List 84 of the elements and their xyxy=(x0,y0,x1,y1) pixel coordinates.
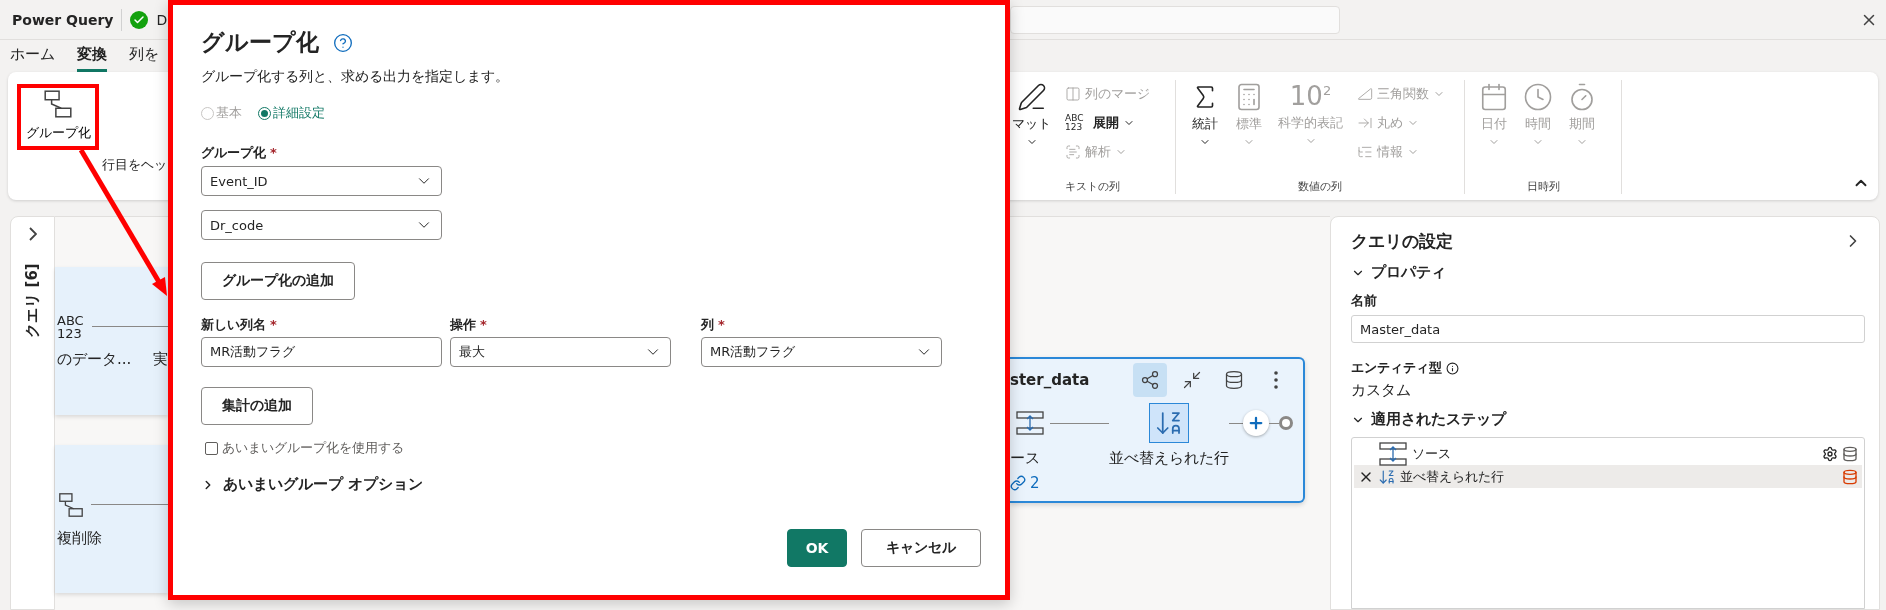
applied-step[interactable]: ソース xyxy=(1354,442,1862,465)
step-label: ース xyxy=(1010,449,1040,468)
pencil-icon xyxy=(1016,82,1047,112)
query-title: ster_data xyxy=(1010,371,1090,389)
field-label: 操作 * xyxy=(450,316,488,334)
field-label: エンティティ型 xyxy=(1351,359,1442,377)
name-field[interactable]: Master_data xyxy=(1351,315,1865,343)
sort-step-icon[interactable] xyxy=(1149,403,1189,443)
sort-icon xyxy=(1378,467,1396,486)
more-icon xyxy=(1274,371,1278,389)
query-card[interactable]: ster_data ース 並べ替えられた行 2 xyxy=(1010,357,1305,503)
group-by-icon xyxy=(42,88,74,120)
ribbon-label: 行目をヘッ xyxy=(102,156,168,174)
group-by-button[interactable]: グループ化 xyxy=(17,84,99,150)
help-icon xyxy=(333,32,353,53)
dialog-title: グループ化 xyxy=(201,28,319,57)
triangle-icon xyxy=(1357,85,1373,102)
radio-option[interactable]: 詳細設定 xyxy=(258,104,325,122)
query-card[interactable]: 複削除 xyxy=(55,445,168,593)
link-count[interactable]: 2 xyxy=(1010,474,1040,492)
database-icon[interactable] xyxy=(1842,445,1858,462)
dialog-description: グループ化する列と、求める出力を指定します。 xyxy=(201,68,509,86)
table-icon xyxy=(1015,410,1045,436)
dropdown-field[interactable]: 最大 xyxy=(450,337,671,367)
collapse-icon xyxy=(1182,370,1202,390)
link-icon xyxy=(1010,475,1026,491)
field-label: 列 * xyxy=(701,316,726,334)
step-label: のデータ... xyxy=(57,349,132,369)
ribbon-tab[interactable]: ホーム xyxy=(10,40,55,72)
fuzzy-checkbox[interactable]: あいまいグループ化を使用する xyxy=(205,439,404,457)
dropdown-field[interactable]: Event_ID xyxy=(201,166,442,196)
section-header[interactable]: プロパティ xyxy=(1351,263,1446,282)
plus-icon xyxy=(1247,414,1265,432)
calendar-icon xyxy=(1479,82,1509,112)
group-by-icon xyxy=(57,490,85,519)
glyph-icon: 10$^{2}$ xyxy=(1289,82,1332,111)
group-label: 数値の列 xyxy=(1298,179,1342,194)
panel-title: クエリの設定 xyxy=(1351,229,1453,253)
field-label: 新しい列名 * xyxy=(201,316,278,334)
ribbon-button[interactable]: 統計 xyxy=(1188,80,1222,179)
dropdown-field[interactable]: Dr_code xyxy=(201,210,442,240)
share-icon xyxy=(1140,370,1160,390)
text-type-icon: ABC 123 xyxy=(57,313,86,340)
settings-icon[interactable] xyxy=(1822,445,1838,462)
checkbox[interactable] xyxy=(205,441,218,455)
field-label: グループ化 * xyxy=(201,144,277,162)
group-label: 日時列 xyxy=(1526,179,1560,194)
output-port-icon xyxy=(1279,416,1293,430)
pane-title: クエリ [6] xyxy=(23,263,42,338)
database-icon xyxy=(1224,370,1244,390)
clock-icon xyxy=(1523,82,1553,112)
section-header[interactable]: 適用されたステップ xyxy=(1351,410,1506,429)
glyph-icon: ABC 123 xyxy=(1065,113,1089,132)
status-text: D xyxy=(156,11,168,28)
options-expander[interactable]: あいまいグループ オプション xyxy=(201,475,424,494)
step-label: 複削除 xyxy=(57,528,102,548)
chevron-right-icon xyxy=(28,227,37,241)
applied-step[interactable]: 並べ替えられた行 xyxy=(1354,465,1862,488)
app-title: Power Query xyxy=(12,11,114,28)
cancel-button[interactable]: キャンセル xyxy=(861,529,981,567)
add-aggregation-button[interactable]: 集計の追加 xyxy=(201,387,313,425)
step-label: 並べ替えられた行 xyxy=(1109,449,1229,468)
add-step-button[interactable] xyxy=(1243,410,1269,436)
database-icon[interactable] xyxy=(1842,468,1858,485)
step-label: 実 xyxy=(153,349,169,369)
add-grouping-button[interactable]: グループ化の追加 xyxy=(201,262,355,300)
ok-button[interactable]: OK xyxy=(787,529,847,567)
scan-text-icon xyxy=(1065,143,1081,160)
ribbon-button[interactable]: マット xyxy=(1010,80,1053,179)
expand-button[interactable] xyxy=(26,225,39,243)
dropdown-field[interactable]: MR活動フラグ xyxy=(701,337,942,367)
info-icon[interactable] xyxy=(1446,361,1459,375)
query-card[interactable]: ABC 123 のデータ... 実 xyxy=(55,267,168,415)
ribbon-button[interactable]: ABC 123 展開 xyxy=(1063,109,1152,136)
group-label: キストの列 xyxy=(1065,179,1120,194)
text-field[interactable]: MR活動フラグ xyxy=(201,337,442,367)
help-button[interactable] xyxy=(333,32,353,53)
field-value: カスタム xyxy=(1351,381,1412,400)
columns-icon xyxy=(1065,85,1081,102)
table-icon xyxy=(1378,440,1408,467)
share-button[interactable] xyxy=(1133,363,1167,397)
ribbon-tab[interactable]: 列を xyxy=(129,40,159,72)
field-label: 名前 xyxy=(1351,292,1378,310)
search-field[interactable] xyxy=(1010,5,1340,34)
